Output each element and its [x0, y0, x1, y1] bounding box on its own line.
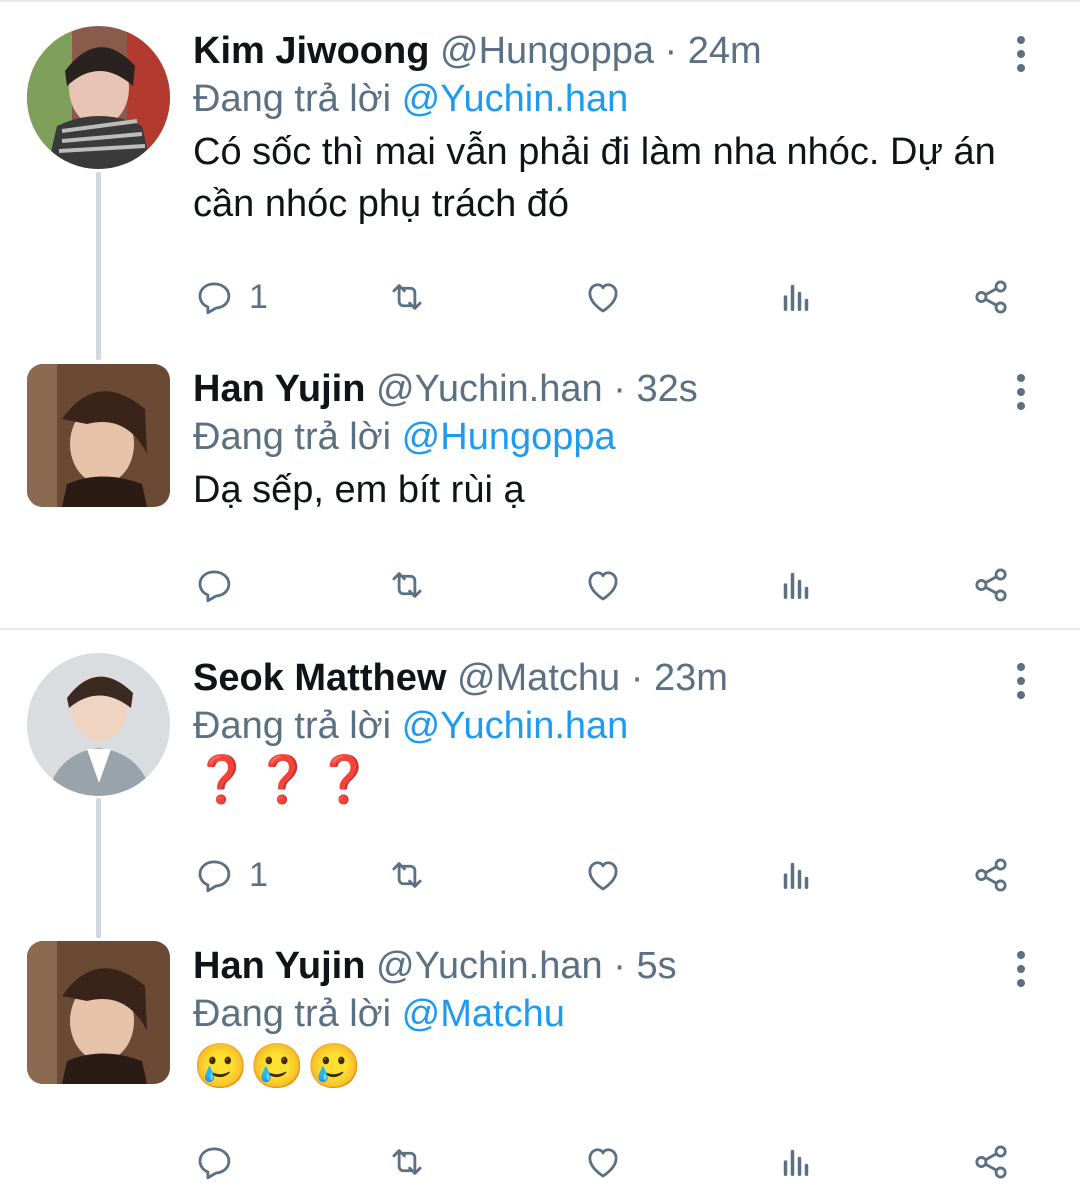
like-button[interactable] — [582, 1137, 624, 1187]
analytics-icon — [775, 564, 817, 606]
like-icon — [582, 854, 624, 896]
analytics-button[interactable] — [775, 272, 817, 322]
like-button[interactable] — [582, 272, 624, 322]
share-icon — [970, 854, 1012, 896]
separator-dot: · — [664, 30, 678, 72]
more-options-icon[interactable] — [1006, 951, 1036, 991]
tweet-actions: 1 — [0, 850, 1080, 900]
reply-count: 1 — [249, 855, 268, 894]
mention-link[interactable]: @Hungoppa — [402, 416, 616, 458]
display-name[interactable]: Han Yujin — [193, 945, 365, 987]
replying-to: Đang trả lời @Hungoppa — [193, 412, 616, 462]
mention-link[interactable]: @Yuchin.han — [402, 78, 629, 120]
analytics-icon — [775, 854, 817, 896]
avatar[interactable] — [27, 364, 170, 507]
username[interactable]: @Yuchin.han — [376, 368, 603, 410]
avatar[interactable] — [27, 941, 170, 1084]
separator-dot: · — [630, 657, 644, 699]
tweet[interactable]: Seok Matthew @Matchu · 23m Đang trả lời … — [0, 653, 1080, 933]
reply-button[interactable]: 1 — [193, 272, 268, 322]
tweet-header: Han Yujin @Yuchin.han · 5s — [193, 941, 677, 991]
reply-count: 1 — [249, 277, 268, 316]
timestamp[interactable]: 5s — [636, 945, 676, 987]
like-button[interactable] — [582, 560, 624, 610]
username[interactable]: @Matchu — [457, 657, 620, 699]
tweet-header: Han Yujin @Yuchin.han · 32s — [193, 364, 698, 414]
more-options-icon[interactable] — [1006, 36, 1036, 76]
mention-link[interactable]: @Matchu — [402, 993, 565, 1035]
like-icon — [582, 1141, 624, 1183]
tweet-text: Dạ sếp, em bít rùi ạ — [193, 469, 525, 511]
username[interactable]: @Yuchin.han — [376, 945, 603, 987]
reply-icon — [193, 1141, 235, 1183]
reply-icon — [193, 564, 235, 606]
retweet-button[interactable] — [386, 850, 428, 900]
tweet[interactable]: Kim Jiwoong @Hungoppa · 24m Đang trả lời… — [0, 26, 1080, 356]
like-button[interactable] — [582, 850, 624, 900]
share-button[interactable] — [970, 560, 1012, 610]
analytics-button[interactable] — [775, 560, 817, 610]
analytics-button[interactable] — [775, 850, 817, 900]
tweet-text: 🥲🥲🥲 — [193, 1041, 364, 1092]
share-icon — [970, 1141, 1012, 1183]
tweet-text: ❓❓❓ — [193, 752, 377, 806]
reply-icon — [193, 854, 235, 896]
reply-button[interactable] — [193, 560, 249, 610]
mention-link[interactable]: @Yuchin.han — [402, 705, 629, 747]
timestamp[interactable]: 24m — [688, 30, 762, 72]
retweet-icon — [386, 854, 428, 896]
replying-to: Đang trả lời @Yuchin.han — [193, 701, 628, 751]
username[interactable]: @Hungoppa — [440, 30, 654, 72]
tweet-text: Có sốc thì mai vẫn phải đi làm nha nhóc.… — [193, 131, 996, 225]
tweet-actions: 1 — [0, 272, 1080, 322]
tweet[interactable]: Han Yujin @Yuchin.han · 5s Đang trả lời … — [0, 941, 1080, 1200]
share-button[interactable] — [970, 272, 1012, 322]
like-icon — [582, 276, 624, 318]
retweet-icon — [386, 564, 428, 606]
replying-to: Đang trả lời @Yuchin.han — [193, 74, 628, 124]
avatar[interactable] — [27, 653, 170, 796]
replying-to: Đang trả lời @Matchu — [193, 989, 565, 1039]
replying-prefix: Đang trả lời — [193, 78, 392, 120]
share-button[interactable] — [970, 1137, 1012, 1187]
share-icon — [970, 276, 1012, 318]
replying-prefix: Đang trả lời — [193, 993, 392, 1035]
analytics-icon — [775, 1141, 817, 1183]
share-icon — [970, 564, 1012, 606]
retweet-button[interactable] — [386, 560, 428, 610]
retweet-icon — [386, 1141, 428, 1183]
divider — [0, 0, 1080, 2]
more-options-icon[interactable] — [1006, 663, 1036, 703]
retweet-button[interactable] — [386, 1137, 428, 1187]
tweet-actions — [0, 560, 1080, 610]
retweet-button[interactable] — [386, 272, 428, 322]
avatar[interactable] — [27, 26, 170, 169]
display-name[interactable]: Han Yujin — [193, 368, 365, 410]
tweet-header: Seok Matthew @Matchu · 23m — [193, 653, 728, 703]
more-options-icon[interactable] — [1006, 374, 1036, 414]
replying-prefix: Đang trả lời — [193, 416, 392, 458]
display-name[interactable]: Kim Jiwoong — [193, 30, 429, 72]
retweet-icon — [386, 276, 428, 318]
share-button[interactable] — [970, 850, 1012, 900]
like-icon — [582, 564, 624, 606]
timestamp[interactable]: 32s — [636, 368, 697, 410]
replying-prefix: Đang trả lời — [193, 705, 392, 747]
analytics-icon — [775, 276, 817, 318]
reply-button[interactable]: 1 — [193, 850, 268, 900]
tweet[interactable]: Han Yujin @Yuchin.han · 32s Đang trả lời… — [0, 364, 1080, 614]
reply-button[interactable] — [193, 1137, 249, 1187]
display-name[interactable]: Seok Matthew — [193, 657, 446, 699]
analytics-button[interactable] — [775, 1137, 817, 1187]
separator-dot: · — [613, 368, 626, 410]
tweet-header: Kim Jiwoong @Hungoppa · 24m — [193, 26, 762, 76]
tweet-actions — [0, 1137, 1080, 1187]
divider — [0, 628, 1080, 630]
timestamp[interactable]: 23m — [654, 657, 728, 699]
separator-dot: · — [613, 945, 626, 987]
reply-icon — [193, 276, 235, 318]
